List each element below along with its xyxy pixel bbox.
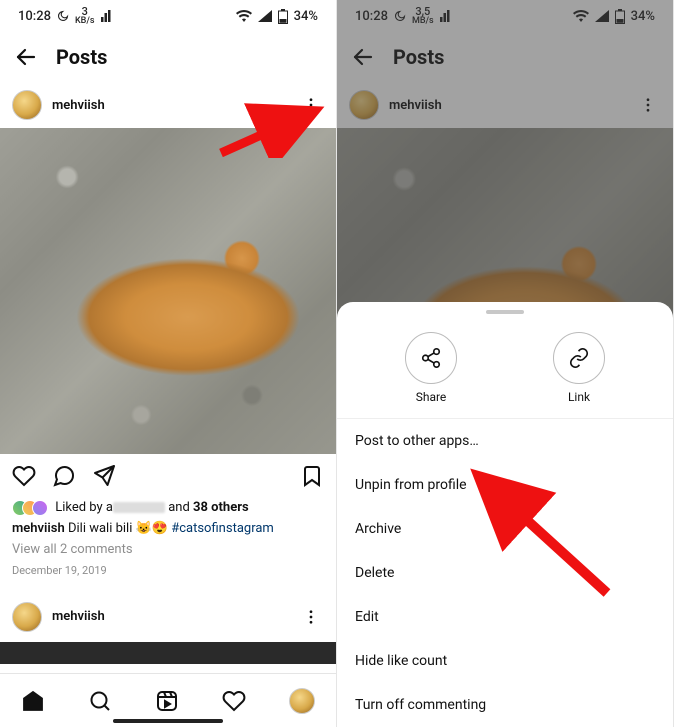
status-time: 10:28 xyxy=(355,9,388,24)
battery-icon xyxy=(278,9,288,24)
blurred-username xyxy=(113,502,165,513)
back-icon[interactable] xyxy=(14,45,38,69)
post-username[interactable]: mehviish xyxy=(52,98,288,113)
post-username[interactable]: mehviish xyxy=(52,609,288,624)
post-meta: Liked by a and 38 others mehviish Dili w… xyxy=(0,498,336,580)
bookmark-icon[interactable] xyxy=(300,464,324,488)
bar-icon xyxy=(101,10,111,22)
sheet-handle[interactable] xyxy=(486,310,524,314)
sheet-item-archive[interactable]: Archive xyxy=(337,507,673,551)
sheet-item-edit[interactable]: Edit xyxy=(337,595,673,639)
send-icon[interactable] xyxy=(92,464,116,488)
like-avatars xyxy=(12,500,48,516)
wifi-icon xyxy=(236,10,252,22)
wifi-icon xyxy=(573,10,589,22)
page-title: Posts xyxy=(56,45,107,69)
avatar[interactable] xyxy=(349,90,379,120)
next-post-header: mehviish xyxy=(0,594,336,640)
link-icon xyxy=(553,332,605,384)
gesture-bar xyxy=(113,719,223,723)
post-image[interactable] xyxy=(0,128,336,454)
share-icon xyxy=(405,332,457,384)
activity-icon[interactable] xyxy=(222,689,246,713)
battery-icon xyxy=(615,9,625,24)
action-bar xyxy=(0,454,336,498)
next-post-image-sliver xyxy=(0,642,336,664)
sheet-item-unpin[interactable]: Unpin from profile xyxy=(337,463,673,507)
sheet-item-hide-like[interactable]: Hide like count xyxy=(337,639,673,683)
signal-icon xyxy=(595,10,609,22)
heart-icon[interactable] xyxy=(12,464,36,488)
status-time: 10:28 xyxy=(18,9,51,24)
header: Posts xyxy=(0,32,336,82)
avatar[interactable] xyxy=(12,602,42,632)
sheet-item-post-other-apps[interactable]: Post to other apps… xyxy=(337,419,673,463)
search-nav-icon[interactable] xyxy=(88,689,112,713)
profile-nav-icon[interactable] xyxy=(289,688,315,714)
bar-icon xyxy=(440,10,450,22)
status-bar: 10:28 3 KB/s 34% xyxy=(0,0,336,32)
back-icon[interactable] xyxy=(351,45,375,69)
bottom-sheet: Share Link Post to other apps… Unpin fro… xyxy=(337,302,673,727)
more-options-icon[interactable] xyxy=(298,600,324,634)
phone-right: 10:28 3,5 MB/s 34% xyxy=(337,0,674,727)
page-title: Posts xyxy=(393,45,444,69)
caption-username[interactable]: mehviish xyxy=(12,521,65,536)
likes-line[interactable]: Liked by a and 38 others xyxy=(12,498,324,519)
hashtag[interactable]: #catsofinstagram xyxy=(171,521,274,536)
avatar[interactable] xyxy=(12,90,42,120)
header: Posts xyxy=(337,32,673,82)
sheet-item-turn-off-commenting[interactable]: Turn off commenting xyxy=(337,683,673,727)
status-speed: 3,5 MB/s xyxy=(412,6,434,26)
phone-left: 10:28 3 KB/s 34% xyxy=(0,0,337,727)
link-button[interactable]: Link xyxy=(553,332,605,404)
sheet-item-delete[interactable]: Delete xyxy=(337,551,673,595)
post-header: mehviish xyxy=(337,82,673,128)
moon-icon xyxy=(394,10,406,22)
share-button[interactable]: Share xyxy=(405,332,457,404)
bottom-nav xyxy=(0,673,336,727)
signal-icon xyxy=(258,10,272,22)
view-comments[interactable]: View all 2 comments xyxy=(12,540,324,561)
reels-icon[interactable] xyxy=(155,689,179,713)
caption: mehviish Dili wali bili 😺😍 #catsofinstag… xyxy=(12,519,324,540)
home-icon[interactable] xyxy=(21,689,45,713)
post-header: mehviish xyxy=(0,82,336,128)
battery-text: 34% xyxy=(294,9,318,24)
more-options-icon[interactable] xyxy=(635,88,661,122)
post-date: December 19, 2019 xyxy=(12,562,324,580)
battery-text: 34% xyxy=(631,9,655,24)
post-username[interactable]: mehviish xyxy=(389,98,625,113)
moon-icon xyxy=(57,10,69,22)
comment-icon[interactable] xyxy=(52,464,76,488)
status-bar: 10:28 3,5 MB/s 34% xyxy=(337,0,673,32)
status-speed: 3 KB/s xyxy=(75,6,95,26)
more-options-icon[interactable] xyxy=(298,88,324,122)
